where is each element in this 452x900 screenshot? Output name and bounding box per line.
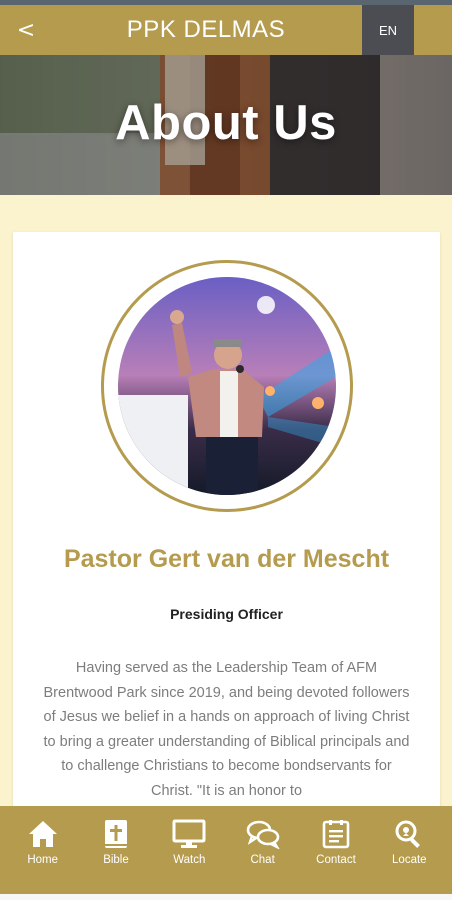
nav-label-bible: Bible xyxy=(103,854,129,866)
chat-icon xyxy=(246,818,280,850)
nav-label-watch: Watch xyxy=(173,854,206,866)
nav-label-home: Home xyxy=(27,854,58,866)
bottom-edge xyxy=(0,894,452,900)
nav-item-chat[interactable]: Chat xyxy=(230,806,296,900)
nav-label-chat: Chat xyxy=(250,854,275,866)
nav-item-watch[interactable]: Watch xyxy=(156,806,222,900)
nav-item-locate[interactable]: Locate xyxy=(376,806,442,900)
pastor-bio: Having served as the Leadership Team of … xyxy=(43,660,410,799)
monitor-icon xyxy=(172,818,206,850)
back-button[interactable]: < xyxy=(0,5,52,55)
app-bar: < PPK DELMAS EN xyxy=(0,5,452,55)
nav-label-locate: Locate xyxy=(392,854,427,866)
nav-item-contact[interactable]: Contact xyxy=(303,806,369,900)
hero-banner: About Us xyxy=(0,55,452,195)
home-icon xyxy=(26,818,60,850)
page-title: About Us xyxy=(115,96,337,150)
profile-card: Pastor Gert van der Mescht Presiding Off… xyxy=(13,232,440,832)
pastor-name: Pastor Gert van der Mescht xyxy=(63,545,390,573)
language-button[interactable]: EN xyxy=(362,5,414,55)
bible-icon xyxy=(99,818,133,850)
locate-icon xyxy=(392,818,426,850)
nav-item-bible[interactable]: Bible xyxy=(83,806,149,900)
pastor-role: Presiding Officer xyxy=(170,606,283,622)
nav-item-home[interactable]: Home xyxy=(10,806,76,900)
nav-label-contact: Contact xyxy=(316,854,356,866)
avatar-frame xyxy=(101,260,353,512)
bottom-navigation: Home Bible Watch Chat Contact Locate xyxy=(0,806,452,900)
contact-icon xyxy=(319,818,353,850)
app-title: PPK DELMAS xyxy=(126,16,286,43)
pastor-photo xyxy=(118,277,336,495)
